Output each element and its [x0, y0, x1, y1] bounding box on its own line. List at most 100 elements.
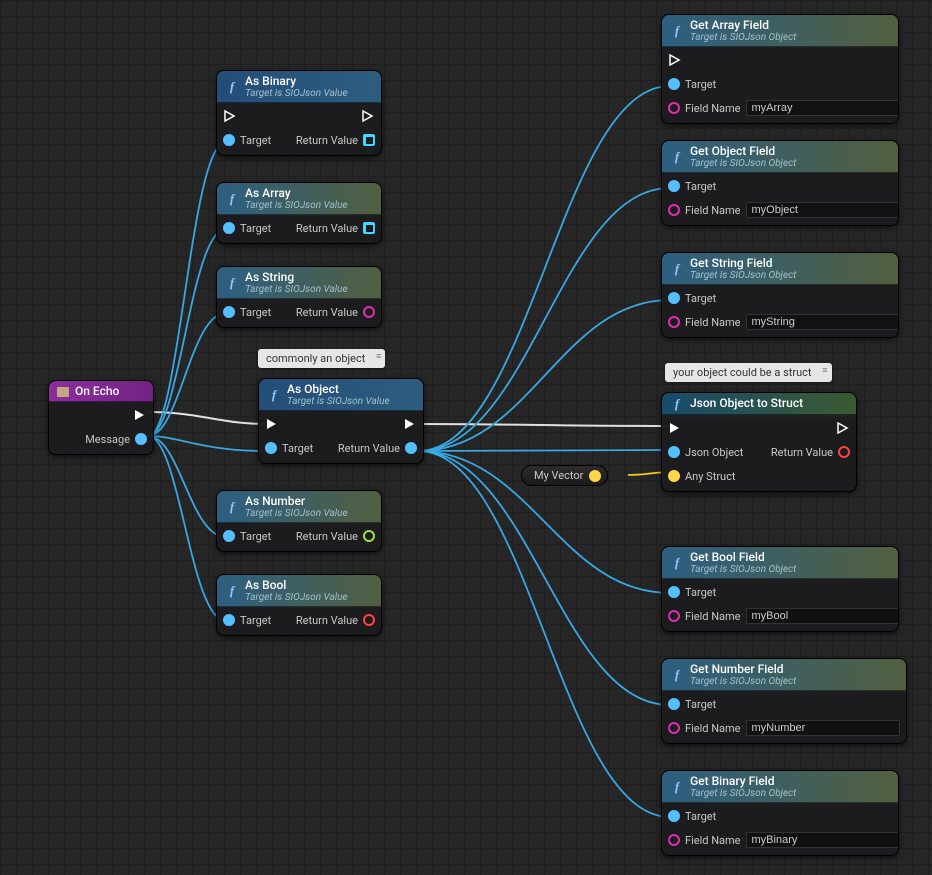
function-icon: f: [670, 397, 684, 411]
node-title: Get Binary Field: [690, 775, 796, 788]
pin-target[interactable]: Target: [223, 611, 271, 629]
node-get-number-field[interactable]: f Get Number Field Target is SIOJson Obj…: [661, 658, 907, 744]
node-title: Get Number Field: [690, 663, 796, 676]
pin-target[interactable]: Target: [265, 439, 313, 457]
pin-retval[interactable]: Return Value: [296, 303, 375, 321]
node-get-object-field[interactable]: f Get Object Field Target is SIOJson Obj…: [661, 140, 899, 226]
pin-retval[interactable]: Return Value: [296, 219, 375, 237]
function-icon: f: [670, 150, 684, 164]
node-as-number[interactable]: f As Number Target is SIOJson Value Targ…: [216, 490, 382, 552]
node-get-bool-field[interactable]: f Get Bool Field Target is SIOJson Objec…: [661, 546, 899, 632]
node-subtitle: Target is SIOJson Object: [690, 32, 796, 43]
node-subtitle: Target is SIOJson Value: [245, 508, 348, 519]
node-title: As Number: [245, 495, 348, 508]
pin-target[interactable]: Target: [223, 131, 271, 149]
exec-in[interactable]: [668, 51, 899, 69]
node-subtitle: Target is SIOJson Value: [245, 200, 348, 211]
function-icon: f: [225, 276, 239, 290]
node-as-bool[interactable]: f As Bool Target is SIOJson Value Target…: [216, 574, 382, 636]
node-as-string[interactable]: f As String Target is SIOJson Value Targ…: [216, 266, 382, 328]
node-subtitle: Target is SIOJson Object: [690, 564, 796, 575]
function-icon: f: [670, 262, 684, 276]
pin-field-name[interactable]: Field Name: [668, 831, 899, 849]
pin-any-struct[interactable]: Any Struct: [668, 467, 743, 485]
pin-retval[interactable]: Return Value: [296, 131, 375, 149]
node-title: Json Object to Struct: [690, 397, 803, 410]
pin-target[interactable]: Target: [668, 695, 900, 713]
field-name-input[interactable]: [746, 314, 899, 330]
function-icon: f: [670, 24, 684, 38]
node-subtitle: Target is SIOJson Value: [287, 396, 390, 407]
pin-target[interactable]: Target: [223, 219, 271, 237]
function-icon: f: [670, 556, 684, 570]
pin-target[interactable]: Target: [668, 289, 899, 307]
node-title: Get String Field: [690, 257, 796, 270]
exec-out[interactable]: [403, 415, 417, 433]
node-title: As Bool: [245, 579, 348, 592]
node-subtitle: Target is SIOJson Object: [690, 270, 796, 281]
function-icon: f: [225, 500, 239, 514]
node-on-echo[interactable]: On Echo Message: [48, 380, 154, 455]
node-get-string-field[interactable]: f Get String Field Target is SIOJson Obj…: [661, 252, 899, 338]
node-title: As Object: [287, 383, 390, 396]
node-title: As Binary: [245, 75, 348, 88]
pin-target[interactable]: Target: [668, 583, 899, 601]
node-subtitle: Target is SIOJson Object: [690, 158, 796, 169]
pin-field-name[interactable]: Field Name: [668, 719, 900, 737]
exec-out[interactable]: [133, 406, 147, 424]
node-json-to-struct[interactable]: f Json Object to Struct Json Object Any …: [661, 392, 857, 492]
field-name-input[interactable]: [746, 202, 899, 218]
function-icon: f: [225, 192, 239, 206]
exec-in[interactable]: [265, 415, 313, 433]
exec-out[interactable]: [361, 107, 375, 125]
pin-retval[interactable]: Return Value: [906, 695, 907, 713]
node-title: On Echo: [75, 385, 119, 398]
pin-target[interactable]: Target: [223, 303, 271, 321]
pin-target[interactable]: Target: [668, 75, 899, 93]
pin-retval[interactable]: Return Value: [296, 611, 375, 629]
node-subtitle: Target is SIOJson Value: [245, 88, 348, 99]
function-icon: f: [225, 80, 239, 94]
pin-out[interactable]: [589, 470, 601, 482]
comment-object[interactable]: commonly an object: [258, 349, 385, 368]
pin-target[interactable]: Target: [668, 807, 899, 825]
function-icon: f: [670, 780, 684, 794]
pin-target[interactable]: Target: [668, 177, 899, 195]
field-name-input[interactable]: [746, 608, 899, 624]
node-title: Get Object Field: [690, 145, 796, 158]
node-get-array-field[interactable]: f Get Array Field Target is SIOJson Obje…: [661, 14, 899, 124]
pin-target[interactable]: Target: [223, 527, 271, 545]
field-name-input[interactable]: [746, 720, 900, 736]
function-icon: f: [225, 584, 239, 598]
node-as-array[interactable]: f As Array Target is SIOJson Value Targe…: [216, 182, 382, 244]
pin-field-name[interactable]: Field Name: [668, 313, 899, 331]
exec-in[interactable]: [668, 419, 743, 437]
pin-field-name[interactable]: Field Name: [668, 99, 899, 117]
node-subtitle: Target is SIOJson Object: [690, 788, 796, 799]
pin-json-object[interactable]: Json Object: [668, 443, 743, 461]
pin-retval[interactable]: Return Value: [338, 439, 417, 457]
node-as-object[interactable]: f As Object Target is SIOJson Value Targ…: [258, 378, 424, 464]
pin-retval[interactable]: Return Value: [296, 527, 375, 545]
node-subtitle: Target is SIOJson Value: [245, 592, 348, 603]
node-get-binary-field[interactable]: f Get Binary Field Target is SIOJson Obj…: [661, 770, 899, 856]
field-name-input[interactable]: [746, 832, 899, 848]
node-title: Get Array Field: [690, 19, 796, 32]
node-title: Get Bool Field: [690, 551, 796, 564]
comment-struct[interactable]: your object could be a struct: [665, 363, 832, 382]
node-subtitle: Target is SIOJson Object: [690, 676, 796, 687]
event-icon: [57, 387, 69, 397]
node-as-binary[interactable]: f As Binary Target is SIOJson Value Targ…: [216, 70, 382, 156]
exec-in[interactable]: [223, 107, 271, 125]
pin-field-name[interactable]: Field Name: [668, 201, 899, 219]
node-title: As Array: [245, 187, 348, 200]
variable-my-vector[interactable]: My Vector: [521, 465, 608, 486]
field-name-input[interactable]: [746, 100, 899, 116]
pin-field-name[interactable]: Field Name: [668, 607, 899, 625]
function-icon: f: [670, 668, 684, 682]
pin-retval[interactable]: Return Value: [771, 443, 850, 461]
pin-message-out[interactable]: Message: [85, 430, 147, 448]
node-title: As String: [245, 271, 348, 284]
function-icon: f: [267, 388, 281, 402]
exec-out[interactable]: [836, 419, 850, 437]
